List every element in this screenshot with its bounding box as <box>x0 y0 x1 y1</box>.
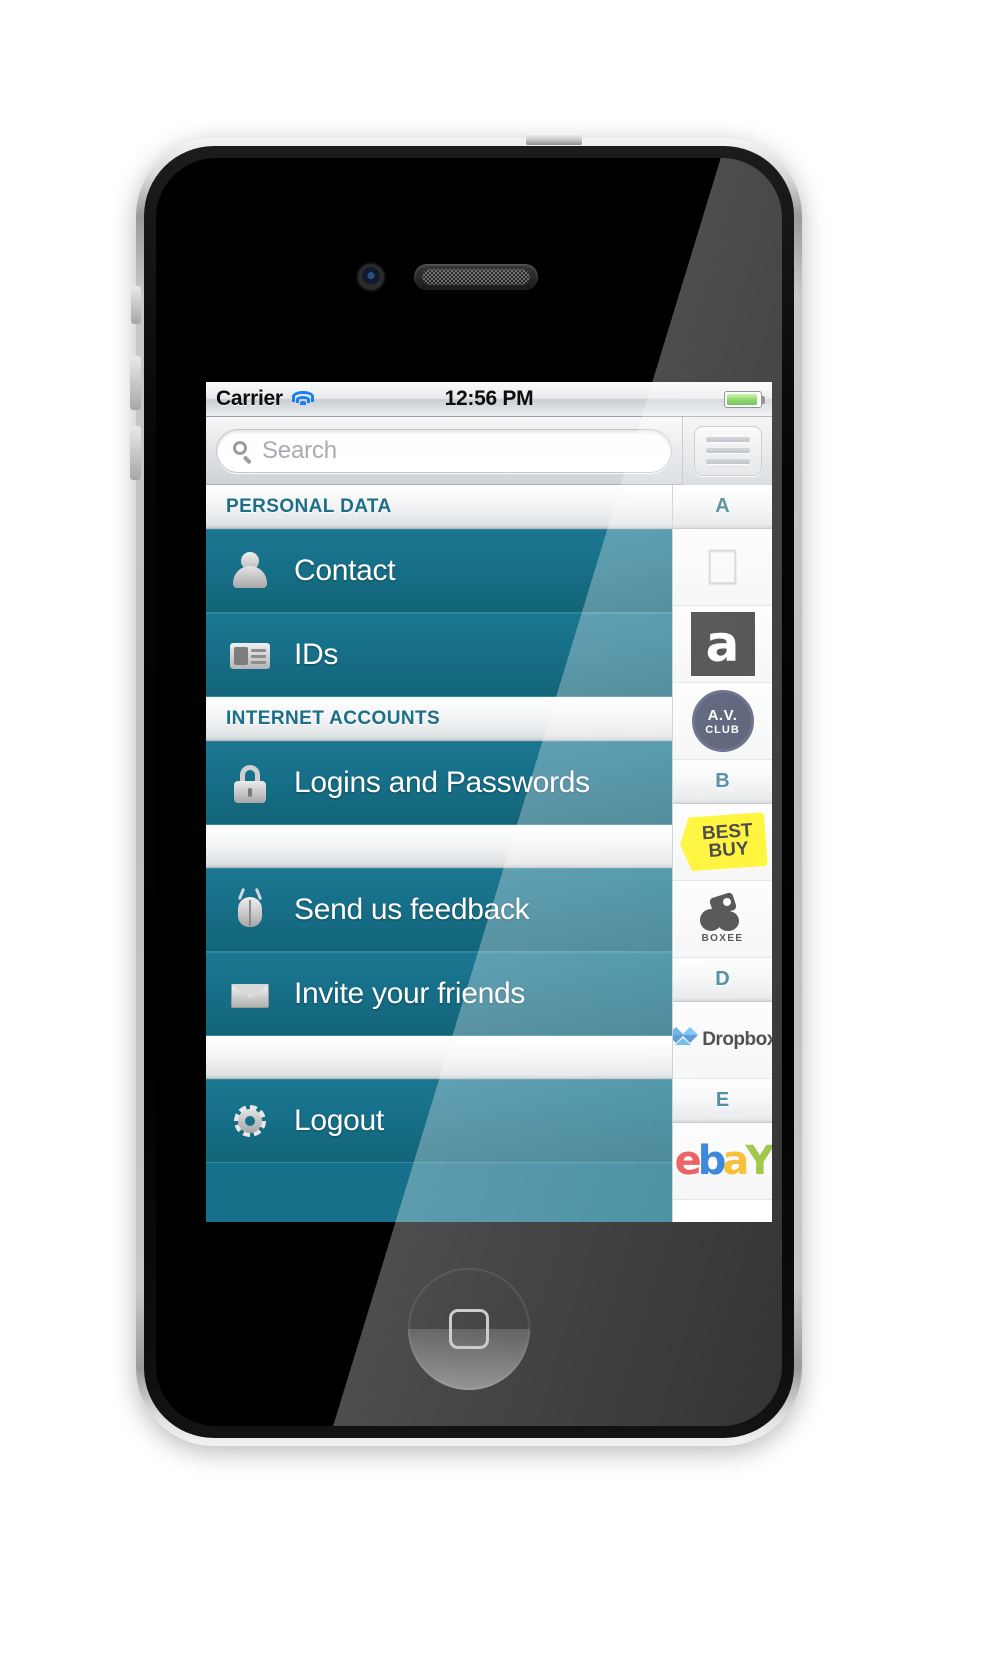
wifi-icon <box>291 390 314 408</box>
av-club-logo-line2: CLUB <box>705 723 740 736</box>
index-letter-a[interactable]: A <box>673 485 772 529</box>
menu-item-label: Invite your friends <box>294 976 526 1010</box>
envelope-icon <box>228 972 272 1016</box>
screen-body: PERSONAL DATA Contact IDs INTERNET ACCOU… <box>206 485 772 1222</box>
ebay-logo-icon: ebaY <box>674 1138 772 1184</box>
logo-item-apple[interactable]:  <box>673 529 772 606</box>
status-bar-left: Carrier <box>216 387 314 411</box>
logo-item-ebay[interactable]: ebaY <box>673 1123 772 1200</box>
logo-item-about-com[interactable]: a <box>673 606 772 683</box>
search-placeholder: Search <box>262 436 337 464</box>
about-com-logo-icon: a <box>690 612 755 676</box>
menu-item-send-us-feedback[interactable]: Send us feedback <box>206 868 672 952</box>
home-button[interactable] <box>408 1268 530 1390</box>
logo-item-dropbox[interactable]: Dropbox <box>673 1002 772 1079</box>
alphabetical-index-panel: A  a A.V. CLUB <box>672 485 772 1222</box>
menu-item-contact[interactable]: Contact <box>206 529 672 613</box>
ebay-letter-b: b <box>697 1138 727 1184</box>
section-header-internet-accounts: INTERNET ACCOUNTS <box>206 697 672 741</box>
lock-icon <box>228 761 272 805</box>
bug-icon <box>228 887 272 932</box>
menu-item-logins-and-passwords[interactable]: Logins and Passwords <box>206 741 672 825</box>
person-icon <box>228 549 272 593</box>
device-bezel: Carrier 12:56 PM Search PERSONAL DATA Co… <box>144 146 794 1438</box>
dropbox-logo-icon: Dropbox <box>673 1026 772 1054</box>
menu-item-label: Send us feedback <box>294 892 530 926</box>
volume-down-button[interactable] <box>130 426 141 480</box>
earpiece-speaker <box>414 264 538 290</box>
dropbox-logo-wordmark: Dropbox <box>702 1029 772 1050</box>
av-club-logo-icon: A.V. CLUB <box>691 690 754 752</box>
section-separator-1 <box>206 825 672 868</box>
iphone-device-frame: Carrier 12:56 PM Search PERSONAL DATA Co… <box>130 133 802 1446</box>
menu-item-label: Logout <box>294 1103 384 1137</box>
power-button[interactable] <box>526 133 582 145</box>
menu-list: PERSONAL DATA Contact IDs INTERNET ACCOU… <box>206 485 672 1222</box>
index-letter-b[interactable]: B <box>673 760 772 804</box>
search-input[interactable]: Search <box>216 428 672 473</box>
menu-item-label: IDs <box>294 637 339 671</box>
index-letter-e[interactable]: E <box>673 1079 772 1123</box>
status-bar: Carrier 12:56 PM <box>206 382 772 417</box>
silent-switch[interactable] <box>131 286 141 324</box>
volume-up-button[interactable] <box>130 356 141 410</box>
apple-logo-icon:  <box>704 542 742 592</box>
search-field-wrapper: Search <box>206 428 682 473</box>
home-button-square-icon <box>449 1309 489 1349</box>
menu-item-logout[interactable]: Logout <box>206 1079 672 1163</box>
carrier-label: Carrier <box>216 387 283 410</box>
best-buy-logo-line2: BUY <box>707 838 749 863</box>
hamburger-menu-icon <box>693 425 762 476</box>
ebay-letter-y: Y <box>745 1138 772 1184</box>
index-letter-d[interactable]: D <box>673 958 772 1002</box>
logo-item-av-club[interactable]: A.V. CLUB <box>673 683 772 760</box>
ebay-letter-e: e <box>674 1138 702 1184</box>
boxee-logo-icon: BOXEE <box>699 891 746 944</box>
status-bar-right <box>724 390 765 408</box>
search-icon <box>233 441 252 464</box>
logo-item-best-buy[interactable]: BEST BUY <box>673 804 772 881</box>
menu-button[interactable] <box>682 416 772 485</box>
screenshot-stage: Carrier 12:56 PM Search PERSONAL DATA Co… <box>0 0 989 1659</box>
section-header-personal-data: PERSONAL DATA <box>206 485 672 529</box>
av-club-logo-line1: A.V. <box>707 706 738 724</box>
logo-item-boxee[interactable]: BOXEE <box>673 881 772 958</box>
front-camera-icon <box>358 264 384 290</box>
menu-item-ids[interactable]: IDs <box>206 613 672 697</box>
search-header: Search <box>206 416 772 485</box>
menu-item-label: Contact <box>294 553 396 587</box>
battery-icon <box>724 390 765 408</box>
gear-icon <box>228 1099 272 1143</box>
dropbox-glyph <box>673 1026 699 1054</box>
ebay-letter-a: a <box>722 1138 749 1184</box>
boxee-logo-wordmark: BOXEE <box>701 932 744 944</box>
best-buy-logo-icon: BEST BUY <box>678 812 768 872</box>
section-separator-2 <box>206 1036 672 1079</box>
device-glass: Carrier 12:56 PM Search PERSONAL DATA Co… <box>156 158 782 1426</box>
menu-item-label: Logins and Passwords <box>294 765 590 799</box>
menu-item-invite-your-friends[interactable]: Invite your friends <box>206 952 672 1036</box>
boxee-glyph <box>699 891 746 931</box>
id-card-icon <box>228 633 272 677</box>
app-screen: Carrier 12:56 PM Search PERSONAL DATA Co… <box>206 382 772 1222</box>
